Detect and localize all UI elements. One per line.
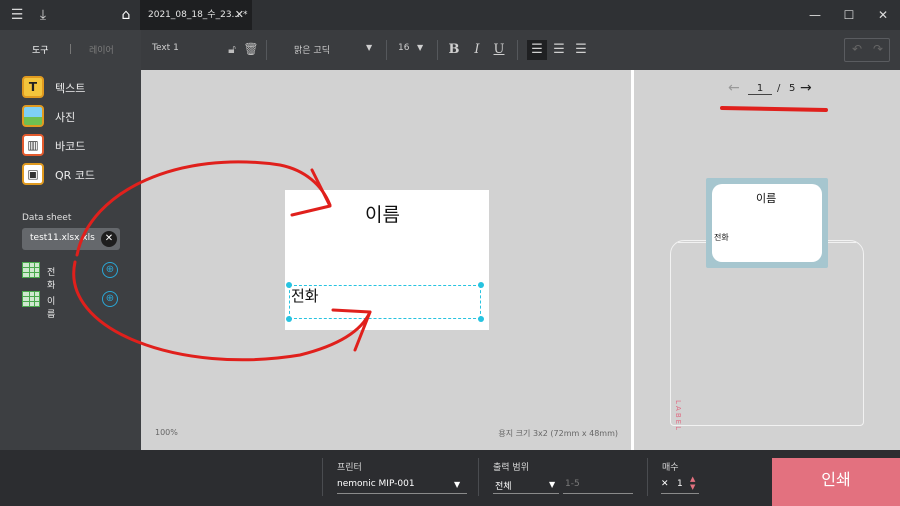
copies-label: 매수 (662, 463, 679, 473)
undo-redo-group: ↶ ↷ (844, 38, 890, 62)
underline-icon[interactable]: U (489, 40, 509, 60)
toolbar-divider (437, 40, 438, 60)
sheet-column-icon (22, 262, 40, 278)
align-left-icon[interactable]: ☰ (527, 40, 547, 60)
print-settings-bar: 프린터 nemonic MIP-001 ▼ 출력 범위 전체 ▼ 1-5 매수 … (0, 450, 900, 506)
image-tool-icon (22, 105, 44, 127)
page-total: 5 (789, 83, 796, 94)
resize-handle[interactable] (478, 316, 484, 322)
download-icon[interactable]: ⤓ (34, 6, 52, 24)
tool-label: 사진 (55, 111, 76, 124)
range-input[interactable]: 1-5 (565, 479, 580, 489)
close-icon[interactable]: ✕ (101, 231, 117, 247)
chevron-down-icon[interactable]: ▼ (366, 43, 372, 52)
resize-handle[interactable] (286, 316, 292, 322)
insert-field-icon[interactable]: ⊕ (102, 262, 118, 278)
document-tab-title: 2021_08_18_수_23... * (148, 10, 248, 20)
preview-label-face: 이름 전화 (712, 184, 822, 262)
chevron-down-icon[interactable]: ▼ (417, 43, 423, 52)
trash-icon[interactable]: 🗑︎ (243, 41, 259, 57)
tab-tools[interactable]: 도구 (32, 43, 49, 56)
printer-label: 프린터 (337, 463, 362, 473)
tool-label: 바코드 (55, 140, 86, 153)
undo-icon[interactable]: ↶ (847, 42, 867, 56)
hamburger-menu-icon[interactable]: ☰ (8, 6, 26, 24)
paper-size-info: 용지 크기 3x2 (72mm x 48mm) (498, 429, 618, 438)
copies-underline (661, 493, 699, 494)
chevron-down-icon[interactable]: ▼ (549, 480, 555, 489)
data-column-label: 전화 (47, 268, 56, 291)
bar-divider (647, 458, 648, 496)
unlock-icon[interactable]: 🔓︎ (224, 41, 240, 57)
zoom-level: 100% (155, 428, 178, 437)
toolbar-divider (266, 40, 267, 60)
data-sheet-title: Data sheet (22, 213, 72, 223)
toolbar: 도구 레이어 Text 1 🔓︎ 🗑︎ 맑은 고딕 ▼ 16 ▼ B I U ☰… (0, 30, 900, 70)
title-bar: ☰ ⤓ ⌂ 2021_08_18_수_23... * ✕ — ☐ ✕ (0, 0, 900, 30)
font-size-select[interactable]: 16 (398, 43, 409, 53)
range-select[interactable]: 전체 (495, 479, 512, 492)
tool-label: QR 코드 (55, 169, 96, 182)
close-icon[interactable]: ✕ (866, 0, 900, 30)
preview-label: 이름 전화 (706, 178, 828, 268)
align-center-icon[interactable]: ☰ (549, 40, 569, 60)
print-preview-panel: ← 1 / 5 → 이름 전화 LABEL (634, 70, 900, 450)
left-sidebar: T 텍스트 사진 ▥ 바코드 ▣ QR 코드 Data sheet test11… (0, 70, 141, 450)
data-file-chip: test11.xlsx.xls ✕ (22, 228, 120, 250)
range-underline (493, 493, 559, 494)
tab-divider (70, 44, 71, 54)
prev-page-icon[interactable]: ← (728, 80, 740, 96)
app-window: ☰ ⤓ ⌂ 2021_08_18_수_23... * ✕ — ☐ ✕ 도구 레이… (0, 0, 900, 506)
sheet-column-icon (22, 291, 40, 307)
design-canvas[interactable]: 이름 전화 100% 용지 크기 3x2 (72mm x 48mm) (141, 70, 631, 450)
barcode-tool-icon: ▥ (22, 134, 44, 156)
copies-input[interactable]: 1 (677, 479, 683, 489)
label-paper[interactable]: 이름 전화 (285, 190, 489, 330)
label-name-field[interactable]: 이름 (365, 200, 400, 227)
data-file-name: test11.xlsx.xls (30, 233, 95, 243)
font-family-select[interactable]: 맑은 고딕 (294, 43, 330, 56)
object-name[interactable]: Text 1 (152, 43, 179, 53)
bar-divider (478, 458, 479, 496)
page-current[interactable]: 1 (748, 83, 772, 95)
minimize-icon[interactable]: — (798, 0, 832, 30)
page-navigator: ← 1 / 5 → (728, 80, 818, 100)
maximize-icon[interactable]: ☐ (832, 0, 866, 30)
print-button[interactable]: 인쇄 (772, 458, 900, 506)
sidebar-tabs: 도구 레이어 (0, 30, 141, 70)
label-phone-field[interactable]: 전화 (291, 285, 319, 306)
insert-field-icon[interactable]: ⊕ (102, 291, 118, 307)
toolbar-divider (517, 40, 518, 60)
resize-handle[interactable] (478, 282, 484, 288)
document-tab-close-icon[interactable]: ✕ (235, 0, 244, 30)
align-right-icon[interactable]: ☰ (571, 40, 591, 60)
italic-icon[interactable]: I (467, 40, 487, 60)
redo-icon[interactable]: ↷ (868, 42, 888, 56)
home-icon[interactable]: ⌂ (117, 6, 135, 24)
text-tool-icon: T (22, 76, 44, 98)
copies-stepper-icon[interactable]: ▲ ▼ (690, 475, 695, 491)
multiply-icon: ✕ (661, 479, 669, 489)
data-column-label: 이름 (47, 297, 56, 320)
chevron-down-icon[interactable]: ▼ (454, 480, 460, 489)
range-label: 출력 범위 (493, 463, 529, 473)
qr-code-tool-icon: ▣ (22, 163, 44, 185)
toolbar-divider (386, 40, 387, 60)
page-separator: / (777, 83, 781, 94)
next-page-icon[interactable]: → (800, 80, 812, 96)
tab-layers[interactable]: 레이어 (89, 43, 114, 56)
printer-brand-logo: LABEL (674, 400, 682, 432)
bar-divider (322, 458, 323, 496)
tool-label: 텍스트 (55, 82, 86, 95)
printer-select[interactable]: nemonic MIP-001 (337, 479, 415, 489)
printer-underline (337, 493, 467, 494)
preview-phone-text: 전화 (714, 233, 729, 242)
range-input-underline (563, 493, 633, 494)
bold-icon[interactable]: B (444, 40, 464, 60)
document-tab[interactable]: 2021_08_18_수_23... * ✕ (140, 0, 252, 30)
preview-name-text: 이름 (756, 192, 777, 205)
